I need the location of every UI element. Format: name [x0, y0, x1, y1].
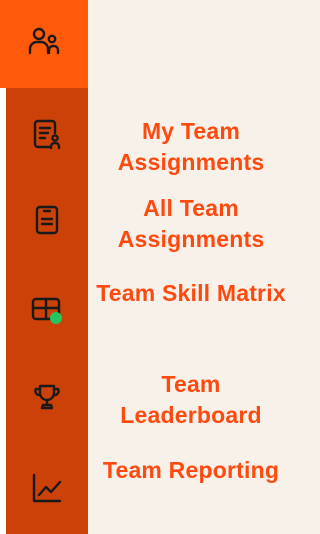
menu-item-team-skill-matrix[interactable]: Team Skill Matrix	[96, 278, 286, 309]
menu-item-my-team-assignments[interactable]: My Team Assignments	[96, 116, 286, 178]
grid-status-icon	[30, 293, 64, 327]
status-dot	[50, 312, 62, 324]
menu-item-team-leaderboard[interactable]: Team Leaderboard	[96, 369, 286, 431]
team-nav-button[interactable]	[0, 0, 88, 88]
navigation-rail	[0, 0, 88, 534]
line-chart-icon	[30, 471, 64, 510]
assignment-person-icon	[30, 117, 64, 156]
nav-team-leaderboard[interactable]	[6, 369, 88, 429]
nav-my-team-assignments[interactable]	[6, 106, 88, 166]
nav-team-reporting[interactable]	[6, 460, 88, 520]
clipboard-list-icon	[30, 203, 64, 242]
nav-all-team-assignments[interactable]	[6, 192, 88, 252]
nav-team-skill-matrix[interactable]	[6, 280, 88, 340]
menu-item-all-team-assignments[interactable]: All Team Assignments	[96, 193, 286, 255]
team-people-icon	[27, 25, 61, 64]
menu-item-team-reporting[interactable]: Team Reporting	[96, 455, 286, 486]
trophy-icon	[30, 380, 64, 419]
